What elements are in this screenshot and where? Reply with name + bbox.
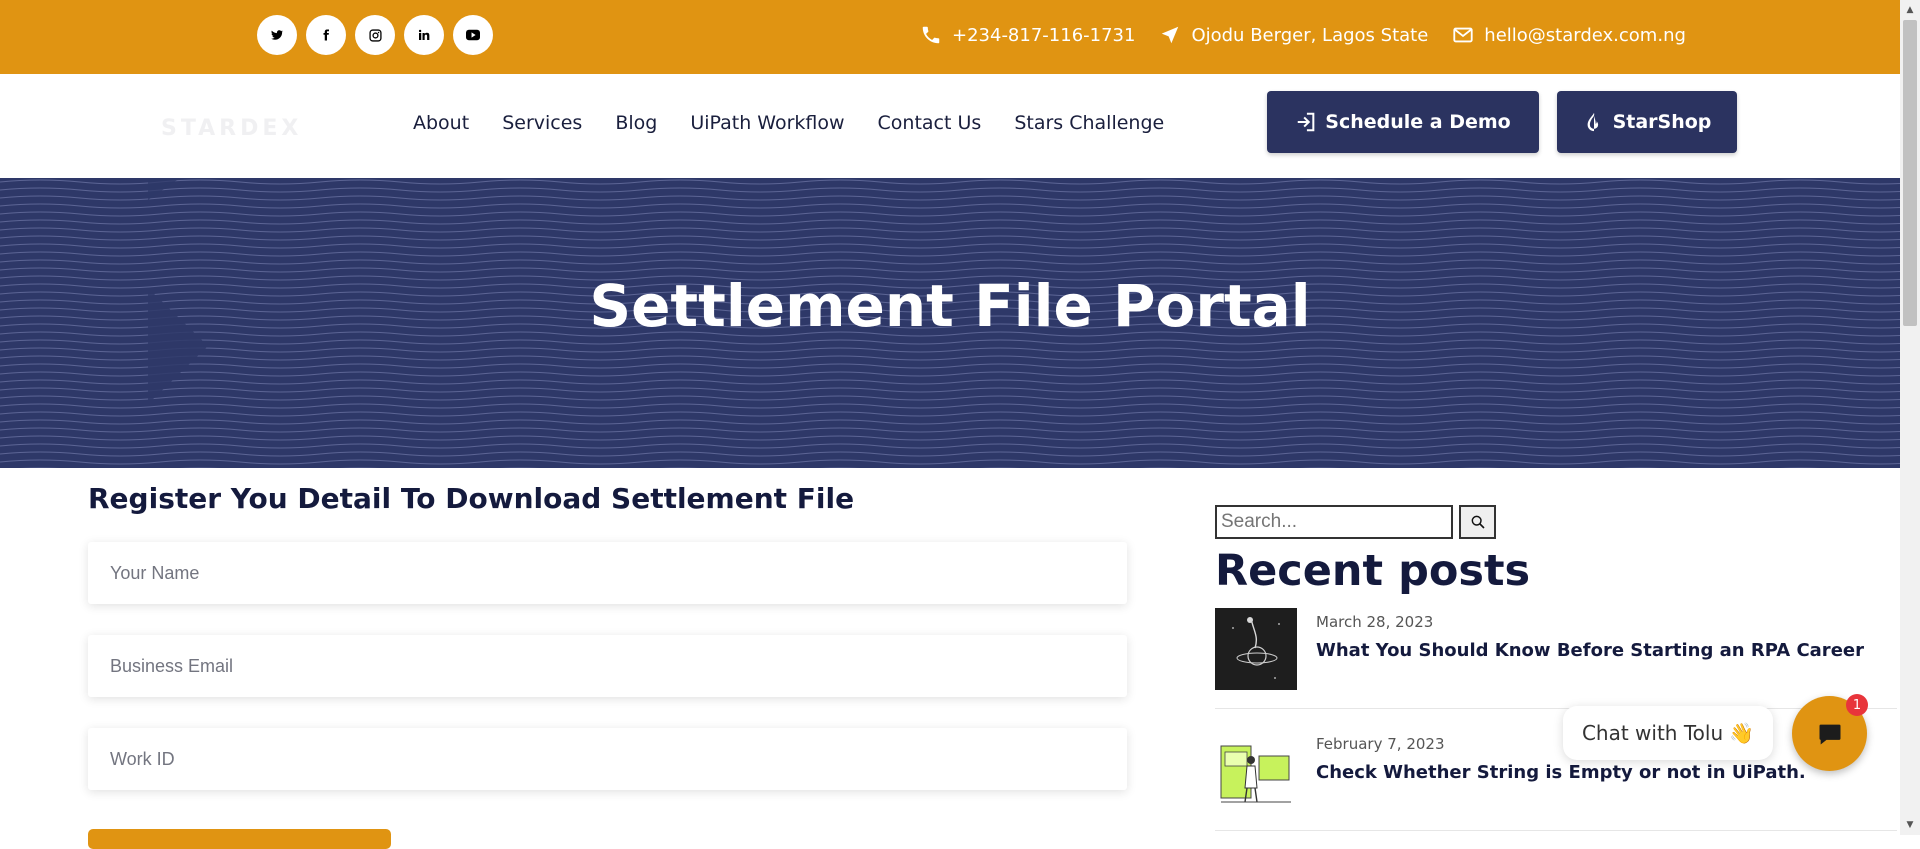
form-heading: Register You Detail To Download Settleme… [88,482,855,515]
starshop-button[interactable]: StarShop [1557,91,1737,153]
starshop-label: StarShop [1612,111,1712,133]
post-date: February 7, 2023 [1316,735,1445,753]
work-id-input[interactable] [88,728,1127,790]
nav-item-services[interactable]: Services [502,112,582,134]
fire-icon [1587,112,1598,132]
recent-posts-heading: Recent posts [1215,546,1531,596]
hero-banner: Settlement File Portal [0,178,1900,468]
youtube-icon[interactable] [453,15,493,55]
instagram-icon[interactable] [355,15,395,55]
nav-item-contact-us[interactable]: Contact Us [878,112,982,134]
search-input[interactable] [1215,505,1453,539]
post-thumbnail[interactable] [1215,732,1297,814]
schedule-demo-button[interactable]: Schedule a Demo [1267,91,1539,153]
post-title[interactable]: What You Should Know Before Starting an … [1316,640,1864,661]
name-input[interactable] [88,542,1127,604]
contact-phone[interactable]: +234-817-116-1731 [920,24,1135,46]
divider [1215,830,1897,831]
sign-in-icon [1298,112,1315,132]
email-text: hello@stardex.com.ng [1484,24,1686,46]
chat-icon [1819,724,1840,744]
waving-hand-icon: 👋 [1729,721,1755,745]
phone-icon [922,26,940,44]
post-title[interactable]: Check Whether String is Empty or not in … [1316,762,1806,783]
post-date: March 28, 2023 [1316,613,1434,631]
top-bar: +234-817-116-1731 Ojodu Berger, Lagos St… [0,0,1900,74]
phone-text: +234-817-116-1731 [952,24,1136,46]
divider [1215,708,1897,709]
page-title: Settlement File Portal [589,272,1311,340]
scroll-down-arrow-icon[interactable]: ▼ [1904,819,1916,831]
nav-item-uipath-workflow[interactable]: UiPath Workflow [690,112,844,134]
schedule-demo-label: Schedule a Demo [1325,111,1511,133]
notification-badge: 1 [1846,694,1868,716]
chat-label: Chat with Tolu [1581,721,1724,745]
main-header: STARDEX About Services Blog UiPath Workf… [0,74,1900,178]
post-thumbnail[interactable] [1215,608,1297,690]
location-text: Ojodu Berger, Lagos State [1191,24,1429,46]
location-arrow-icon [1162,26,1179,44]
nav-item-about[interactable]: About [413,112,469,134]
twitter-icon[interactable] [257,15,297,55]
linkedin-icon[interactable] [404,15,444,55]
contact-info: +234-817-116-1731 Ojodu Berger, Lagos St… [920,24,1710,46]
site-logo[interactable]: STARDEX [161,116,302,141]
submit-button[interactable] [88,829,391,849]
search-icon [1471,515,1485,529]
contact-location[interactable]: Ojodu Berger, Lagos State [1159,24,1428,46]
recent-post-item[interactable]: March 28, 2023 What You Should Know Befo… [1215,608,1897,690]
business-email-input[interactable] [88,635,1127,697]
search-button[interactable] [1459,505,1496,539]
facebook-icon[interactable] [306,15,346,55]
chat-prompt-bubble[interactable]: Chat with Tolu 👋 [1563,706,1773,760]
nav-item-blog[interactable]: Blog [615,112,657,134]
social-links [257,15,493,55]
contact-email[interactable]: hello@stardex.com.ng [1452,24,1686,46]
main-nav: About Services Blog UiPath Workflow Cont… [413,112,1164,134]
scroll-up-arrow-icon[interactable]: ▲ [1904,4,1916,16]
envelope-icon [1453,27,1473,43]
scrollbar-thumb[interactable] [1903,20,1917,326]
nav-item-stars-challenge[interactable]: Stars Challenge [1014,112,1164,134]
